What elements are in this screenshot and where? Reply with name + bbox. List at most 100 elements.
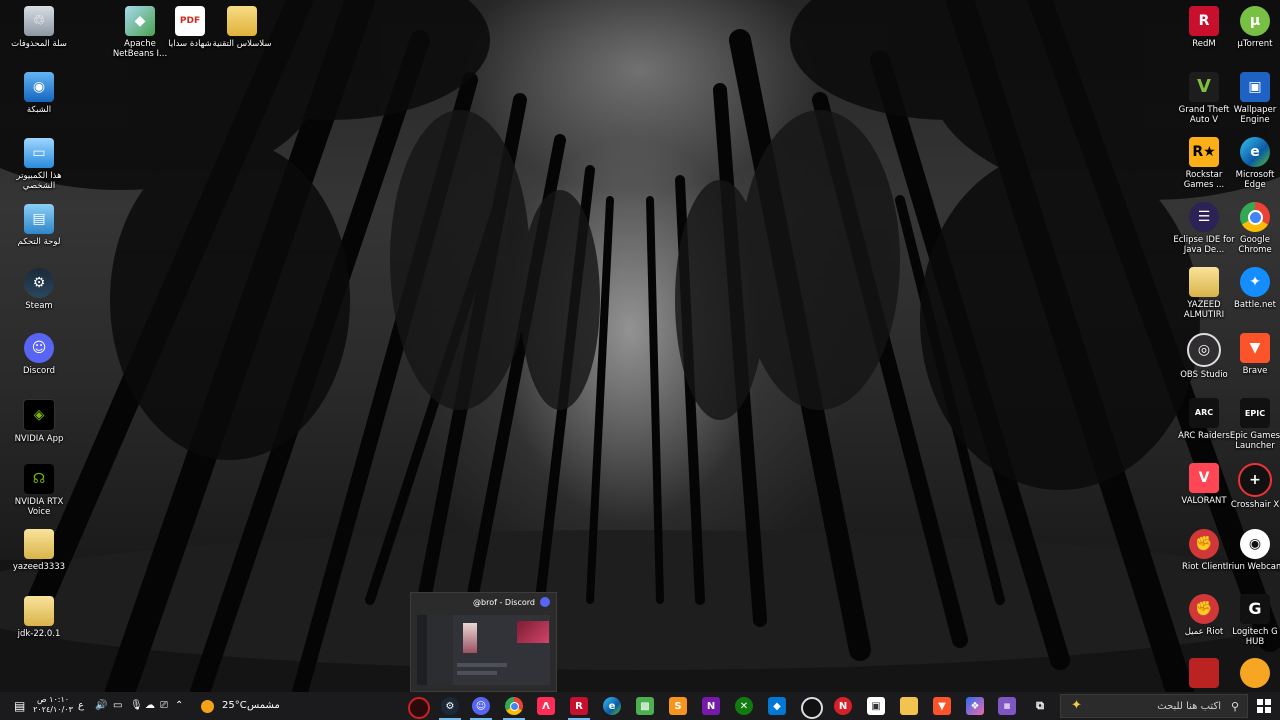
icon-label: Wallpaper Engine bbox=[1233, 105, 1277, 125]
taskbar-sublime[interactable]: S bbox=[669, 697, 687, 715]
preview-titlebar: @brof - Discord bbox=[411, 593, 556, 611]
icon-label: NVIDIA RTX Voice bbox=[14, 497, 64, 517]
desktop-icon-rtx-voice[interactable]: ☊ NVIDIA RTX Voice bbox=[8, 464, 70, 517]
desktop-icon-wallpaper-engine[interactable]: ▣ Wallpaper Engine bbox=[1224, 72, 1280, 125]
desktop-icon-utorrent[interactable]: µ µTorrent bbox=[1224, 6, 1280, 49]
desktop-icon-battlenet[interactable]: ✦ Battle.net bbox=[1224, 267, 1280, 310]
network-icon: ◉ bbox=[24, 72, 54, 102]
discord-icon: ☺ bbox=[24, 333, 54, 363]
thumb-line bbox=[457, 663, 507, 667]
taskbar-chrome[interactable] bbox=[503, 697, 525, 720]
icon-label: Rockstar Games ... bbox=[1183, 170, 1225, 190]
taskbar-redm[interactable]: R bbox=[568, 697, 590, 720]
network-tray-icon[interactable]: ⎚ bbox=[160, 700, 168, 711]
obs-icon: ◎ bbox=[1187, 333, 1221, 367]
discord-thumbnail-preview[interactable]: @brof - Discord bbox=[410, 592, 557, 692]
icon-label: Brave bbox=[1242, 366, 1268, 376]
webcam-icon: ◉ bbox=[1240, 529, 1270, 559]
icon-label: سلاسلاس التقنية bbox=[212, 39, 272, 49]
search-placeholder: اكتب هنا للبحث bbox=[1157, 701, 1221, 712]
icon-label: عميل Riot bbox=[1184, 627, 1224, 637]
desktop-icon-edge[interactable]: e Microsoft Edge bbox=[1224, 137, 1280, 190]
desktop-icon-chrome[interactable]: Google Chrome bbox=[1224, 202, 1280, 255]
brave-icon: ▼ bbox=[938, 700, 946, 712]
icon-label: الشبكة bbox=[26, 105, 52, 115]
notification-center-icon[interactable]: ▤ bbox=[14, 699, 25, 713]
volume-icon[interactable]: 🔊 bbox=[95, 700, 107, 711]
desktop-icon-discord[interactable]: ☺ Discord bbox=[8, 333, 70, 376]
recycle-bin-icon: ♲ bbox=[24, 6, 54, 36]
desktop-icon-control-panel[interactable]: ▤ لوحة التحكم bbox=[8, 204, 70, 247]
edge-icon: e bbox=[608, 700, 616, 712]
language-indicator[interactable]: ع bbox=[78, 700, 84, 711]
computer-icon: ▭ bbox=[24, 138, 54, 168]
chrome-icon bbox=[509, 701, 519, 711]
desktop-icon-folder[interactable]: سلاسلاس التقنية bbox=[211, 6, 273, 49]
thumb-line bbox=[457, 671, 497, 675]
onedrive-icon[interactable]: ☁ bbox=[145, 700, 155, 711]
desktop-icon-recycle-bin[interactable]: ♲ سلة المحذوفات bbox=[8, 6, 70, 49]
logitech-icon: G bbox=[1240, 594, 1270, 624]
headset-icon: ☊ bbox=[24, 464, 54, 494]
sublime-icon: S bbox=[674, 700, 682, 712]
valorant-icon: V bbox=[1189, 463, 1219, 493]
display-icon[interactable]: ▭ bbox=[113, 700, 122, 711]
desktop-icon-nvidia-app[interactable]: ◈ NVIDIA App bbox=[8, 399, 70, 444]
brave-icon: ▼ bbox=[1240, 333, 1270, 363]
desktop-icon-partial[interactable] bbox=[1224, 658, 1280, 690]
taskbar-store[interactable]: ▣ bbox=[867, 697, 885, 715]
microphone-icon[interactable]: 🎙 bbox=[130, 700, 143, 711]
discord-icon: ☺ bbox=[475, 700, 487, 712]
taskbar-copilot[interactable]: ❖ bbox=[966, 697, 984, 715]
clock[interactable]: ١٠:١٠ ص ٢٠٢٤/١٠/٠٣ bbox=[33, 695, 73, 715]
desktop-icon-brave[interactable]: ▼ Brave bbox=[1224, 333, 1280, 376]
task-view-button[interactable]: ⧉ bbox=[1031, 697, 1049, 715]
start-button[interactable] bbox=[1257, 699, 1271, 713]
copilot-icon: ❖ bbox=[970, 700, 980, 712]
taskbar-app[interactable]: N bbox=[834, 697, 852, 715]
icon-label: هذا الكمبيوتر الشخصي bbox=[16, 171, 62, 191]
chrome-icon bbox=[1240, 202, 1270, 232]
taskbar-brave[interactable]: ▼ bbox=[933, 697, 951, 715]
icon-label: لوحة التحكم bbox=[17, 237, 61, 247]
taskbar-file-explorer[interactable] bbox=[900, 697, 918, 715]
taskbar-app[interactable]: Λ bbox=[537, 697, 555, 715]
icon-label: Riot Client bbox=[1181, 562, 1227, 572]
desktop-icon-network[interactable]: ◉ الشبكة bbox=[8, 72, 70, 115]
desktop-icon-epic[interactable]: EPIC Epic Games Launcher bbox=[1224, 398, 1280, 451]
nvidia-icon: ◈ bbox=[23, 399, 55, 431]
forest-artwork bbox=[0, 0, 1280, 692]
store-icon: ▣ bbox=[871, 700, 881, 712]
taskbar-minecraft[interactable]: ▩ bbox=[636, 697, 654, 715]
desktop-icon-crosshair[interactable]: + Crosshair X bbox=[1224, 463, 1280, 510]
desktop-icon-logitech[interactable]: G Logitech G HUB bbox=[1224, 594, 1280, 647]
app-icon: Λ bbox=[542, 700, 550, 712]
folder-icon bbox=[1189, 267, 1219, 297]
taskbar-app[interactable]: ◆ bbox=[768, 697, 786, 715]
app-icon bbox=[1240, 658, 1270, 688]
steam-icon: ⚙ bbox=[445, 700, 455, 712]
taskbar-onenote[interactable]: N bbox=[702, 697, 720, 715]
taskbar-edge[interactable]: e bbox=[603, 697, 621, 715]
taskbar-app[interactable] bbox=[408, 697, 430, 719]
weather-condition[interactable]: مشمس bbox=[247, 700, 280, 711]
desktop-icon-this-pc[interactable]: ▭ هذا الكمبيوتر الشخصي bbox=[8, 138, 70, 191]
desktop-icon-steam[interactable]: ⚙ Steam bbox=[8, 268, 70, 311]
icon-label: Logitech G HUB bbox=[1232, 627, 1278, 647]
taskbar-steam[interactable]: ⚙ bbox=[439, 697, 461, 720]
sun-icon bbox=[201, 700, 214, 713]
search-box[interactable]: ⚲ اكتب هنا للبحث ✦ bbox=[1060, 694, 1248, 718]
thumb-banner bbox=[517, 621, 549, 643]
taskbar-discord[interactable]: ☺ bbox=[470, 697, 492, 720]
desktop-icon-yazeed3333[interactable]: yazeed3333 bbox=[8, 529, 70, 572]
taskbar-obs[interactable] bbox=[801, 697, 823, 719]
icon-label: ARC Raiders bbox=[1178, 431, 1230, 441]
taskbar-app[interactable]: ▦ bbox=[998, 697, 1016, 715]
netbeans-icon: ◆ bbox=[125, 6, 155, 36]
taskbar-xbox[interactable]: ✕ bbox=[735, 697, 753, 715]
show-hidden-icons-chevron-icon[interactable]: ⌃ bbox=[175, 700, 183, 711]
weather-temperature[interactable]: 25°C bbox=[222, 700, 247, 711]
app-icon bbox=[1189, 658, 1219, 688]
desktop-icon-jdk[interactable]: jdk-22.0.1 bbox=[8, 596, 70, 639]
desktop-icon-iriun[interactable]: ◉ Iriun Webcam bbox=[1224, 529, 1280, 572]
